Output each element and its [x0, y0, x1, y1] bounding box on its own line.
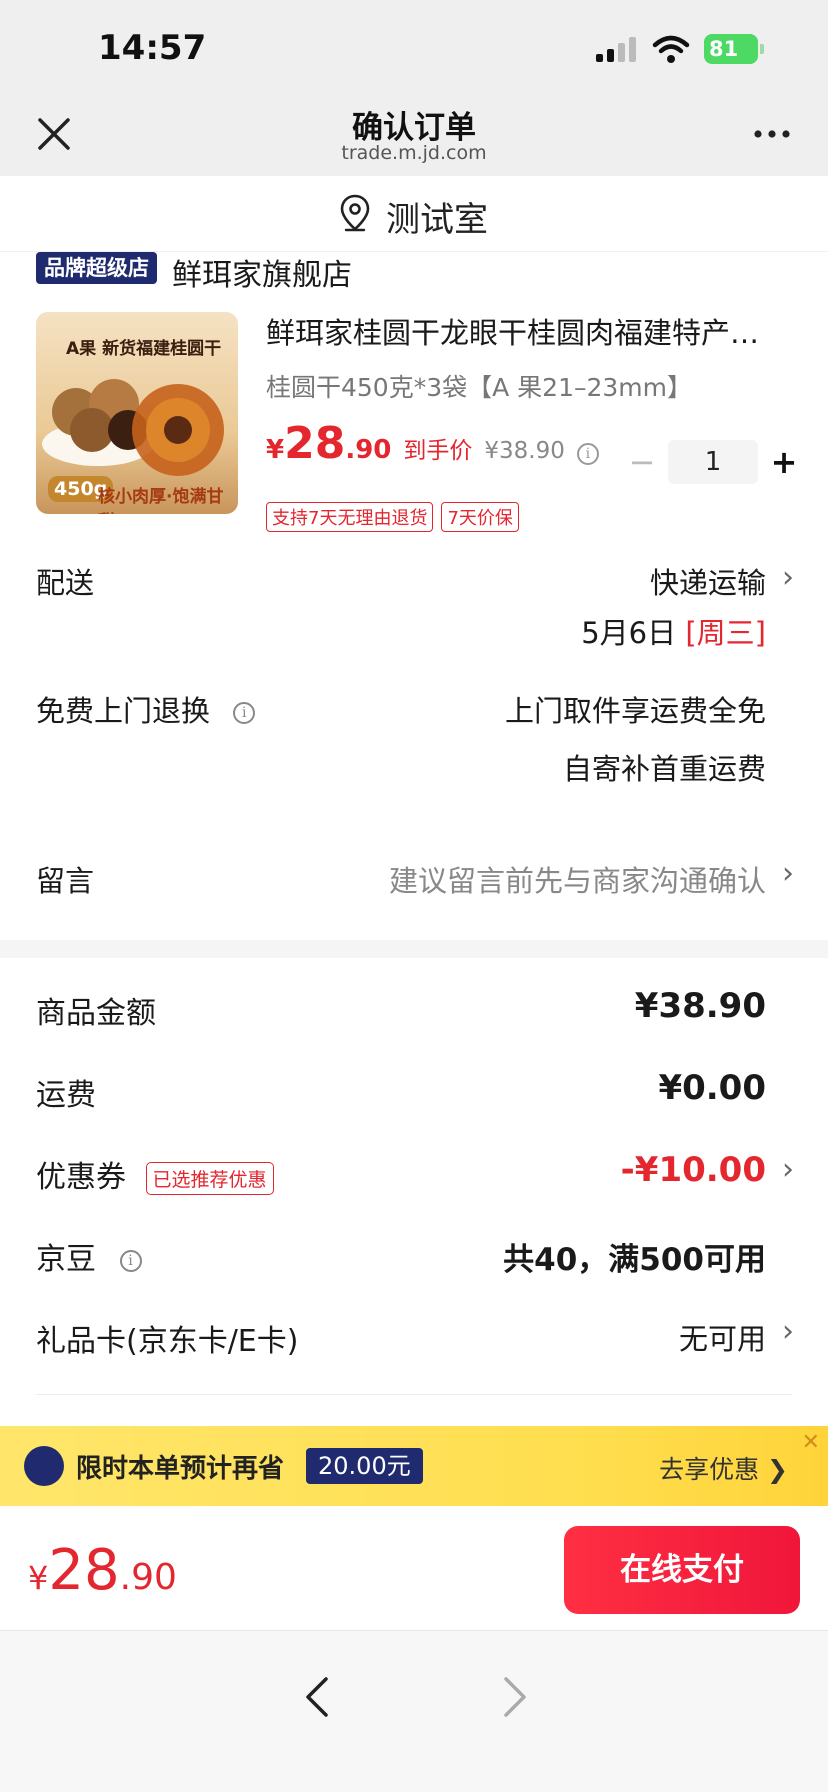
browser-toolbar — [0, 1630, 828, 1792]
message-input[interactable]: 建议留言前先与商家沟通确认 — [389, 858, 766, 900]
top-bar: 14:57 81 确认订单 trade.m.jd.com — [0, 0, 828, 176]
quantity-stepper: − 1 + — [624, 440, 802, 484]
returns-label: 免费上门退换 — [36, 694, 211, 728]
coupon-value[interactable]: -¥10.00 — [621, 1150, 766, 1190]
coupon-label: 优惠券 — [36, 1160, 126, 1195]
jingdou-value: 共40，满500可用 — [503, 1242, 766, 1278]
more-icon[interactable] — [752, 124, 792, 144]
chevron-right-icon[interactable]: › — [782, 1314, 794, 1349]
store-badge: 品牌超级店 — [36, 252, 157, 284]
chevron-right-icon[interactable]: › — [782, 1152, 794, 1187]
wifi-icon — [652, 35, 690, 63]
forward-icon[interactable] — [496, 1675, 532, 1719]
returns-row: 免费上门退换 i — [36, 688, 256, 730]
price-integer: 28 — [284, 418, 346, 469]
shipping-value: ¥0.00 — [658, 1068, 766, 1108]
coupon-row[interactable]: 优惠券 已选推荐优惠 — [36, 1152, 274, 1196]
shipping-label: 运费 — [36, 1078, 96, 1113]
crown-logo-icon — [24, 1446, 64, 1486]
info-icon[interactable]: i — [576, 443, 599, 465]
jingdou-row: 京豆 i — [36, 1234, 142, 1278]
battery-icon: 81 — [704, 34, 764, 64]
total-integer: 28 — [48, 1538, 120, 1603]
total-decimal: .90 — [119, 1557, 177, 1598]
page-title: 确认订单 — [352, 110, 476, 146]
back-icon[interactable] — [300, 1675, 336, 1719]
address-bar[interactable]: 测试室 — [0, 176, 828, 252]
chevron-right-icon[interactable]: › — [782, 560, 794, 595]
product-price: ¥ 28 .90 到手价 ¥38.90 i — [266, 418, 599, 469]
pay-button[interactable]: 在线支付 — [564, 1526, 800, 1614]
coupon-tag: 已选推荐优惠 — [145, 1162, 274, 1195]
delivery-label: 配送 — [36, 566, 95, 600]
price-decimal: .90 — [345, 435, 392, 465]
cellular-signal-icon — [596, 37, 636, 62]
decrease-button[interactable]: − — [624, 443, 660, 481]
address-text: 测试室 — [386, 200, 488, 240]
product-image-headline: A果 新货福建桂圆干 — [66, 339, 222, 359]
checkout-bar: ¥ 28 .90 在线支付 — [0, 1506, 828, 1630]
delivery-date[interactable]: 5月6日 [周三] — [581, 610, 766, 652]
promo-text: 限时本单预计再省 — [76, 1454, 285, 1484]
total-price: ¥ 28 .90 — [28, 1538, 177, 1603]
service-tags: 支持7天无理由退货 7天价保 — [266, 502, 519, 532]
info-icon[interactable]: i — [233, 702, 256, 724]
giftcard-label: 礼品卡(京东卡/E卡) — [36, 1324, 299, 1359]
chevron-right-icon[interactable]: › — [782, 856, 794, 891]
product-spec[interactable]: 桂圆干450克*3袋【A 果21–23mm】 — [266, 368, 692, 404]
total-currency: ¥ — [28, 1559, 49, 1597]
price-currency: ¥ — [266, 435, 285, 465]
quantity-value[interactable]: 1 — [668, 440, 758, 484]
increase-button[interactable]: + — [766, 443, 802, 481]
product-image-slogan: 核小肉厚·饱满甘甜 — [98, 487, 224, 514]
goods-amount-label: 商品金额 — [36, 996, 156, 1031]
location-pin-icon — [340, 194, 370, 232]
service-tag: 7天价保 — [441, 502, 519, 532]
delivery-date-text: 5月6日 — [581, 616, 677, 650]
returns-line1: 上门取件享运费全免 — [504, 694, 766, 728]
promo-banner[interactable]: 限时本单预计再省 20.00元 去享优惠 ❯ ✕ — [0, 1426, 828, 1506]
battery-level: 81 — [704, 34, 758, 64]
giftcard-value[interactable]: 无可用 — [679, 1316, 766, 1358]
delivery-method[interactable]: 快递运输 — [650, 560, 766, 602]
service-tag: 支持7天无理由退货 — [266, 502, 434, 532]
promo-amount: 20.00元 — [306, 1448, 423, 1484]
returns-line2: 自寄补首重运费 — [562, 752, 766, 786]
section-divider — [0, 940, 828, 958]
product-image[interactable]: A果 新货福建桂圆干 450g 核小肉厚·饱满甘甜 — [36, 312, 238, 514]
close-icon[interactable]: ✕ — [802, 1430, 820, 1455]
info-icon[interactable]: i — [119, 1249, 142, 1272]
jingdou-label: 京豆 — [36, 1242, 96, 1277]
store-name[interactable]: 鲜珥家旗舰店 — [172, 250, 352, 294]
divider — [36, 1394, 792, 1395]
product-title[interactable]: 鲜珥家桂圆干龙眼干桂圆肉福建特产… — [266, 310, 796, 352]
goods-amount-value: ¥38.90 — [634, 986, 766, 1026]
original-price: ¥38.90 — [484, 438, 565, 464]
final-price-label: 到手价 — [403, 438, 473, 464]
delivery-weekday: [周三] — [685, 616, 766, 650]
status-time: 14:57 — [98, 28, 207, 68]
promo-cta[interactable]: 去享优惠 ❯ — [659, 1450, 788, 1486]
page-domain: trade.m.jd.com — [341, 142, 487, 164]
message-label: 留言 — [36, 864, 95, 898]
